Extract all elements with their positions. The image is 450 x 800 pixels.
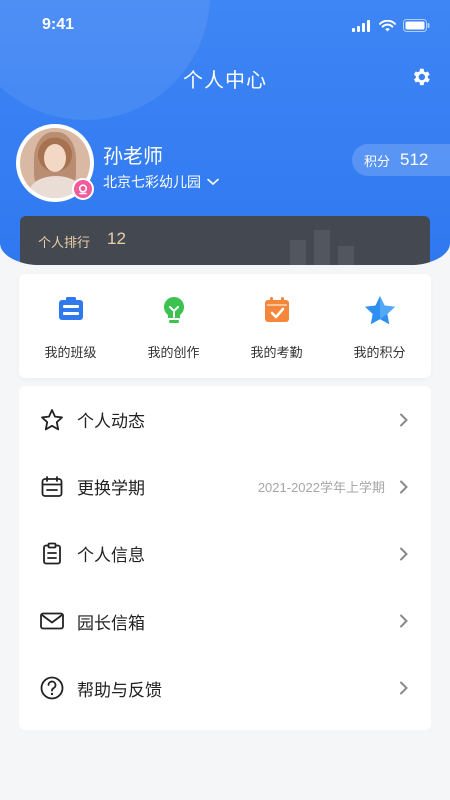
chevron-down-icon <box>207 178 219 186</box>
school-selector[interactable]: 北京七彩幼儿园 <box>103 172 219 192</box>
quick-action-my-creation[interactable]: 我的创作 <box>122 274 225 378</box>
menu-item-principal-mailbox[interactable]: 园长信箱 <box>19 588 431 655</box>
menu-item-label: 更换学期 <box>77 479 145 500</box>
calendar-check-icon <box>261 294 293 326</box>
menu-item-personal-activity[interactable]: 个人动态 <box>19 386 431 453</box>
quick-action-my-points[interactable]: 我的积分 <box>328 274 431 378</box>
teacher-name: 孙老师 <box>103 144 163 168</box>
clipboard-icon <box>39 541 65 567</box>
wifi-icon <box>379 19 396 31</box>
bulb-icon <box>158 294 190 326</box>
page-title: 个人中心 <box>183 68 267 92</box>
rank-value: 12 <box>107 229 126 248</box>
status-icons <box>352 19 430 32</box>
school-name: 北京七彩幼儿园 <box>103 175 201 191</box>
chevron-right-icon <box>400 614 408 628</box>
quick-action-label: 我的创作 <box>147 346 200 361</box>
quick-action-my-attendance[interactable]: 我的考勤 <box>225 274 328 378</box>
menu-item-change-semester[interactable]: 更换学期 2021-2022学年上学期 <box>19 453 431 520</box>
points-badge[interactable]: 积分 512 <box>352 144 450 176</box>
quick-action-label: 我的班级 <box>44 346 97 361</box>
quick-actions: 我的班级 我的创作 我的考勤 我的积分 <box>19 274 431 378</box>
points-label: 积分 <box>364 154 391 170</box>
signal-icon <box>352 19 370 32</box>
avatar[interactable] <box>16 124 94 202</box>
avatar-badge-icon <box>72 178 94 200</box>
points-value: 512 <box>400 150 429 169</box>
menu-item-label: 个人动态 <box>77 412 145 433</box>
menu-item-help-feedback[interactable]: 帮助与反馈 <box>19 655 431 722</box>
rank-decoration <box>290 230 354 265</box>
menu-item-label: 园长信箱 <box>77 613 145 634</box>
quick-action-label: 我的积分 <box>353 346 406 361</box>
quick-action-label: 我的考勤 <box>250 346 303 361</box>
status-time: 9:41 <box>42 16 75 33</box>
mail-icon <box>39 608 65 634</box>
quick-action-my-class[interactable]: 我的班级 <box>19 274 122 378</box>
battery-icon <box>403 19 430 32</box>
star-outline-icon <box>39 407 65 433</box>
class-icon <box>55 294 87 326</box>
star-icon <box>364 294 396 326</box>
profile-header: 9:41 个人中心 孙老师 北京七彩幼儿园 积分 512 个人排行 12 <box>0 0 450 265</box>
current-semester: 2021-2022学年上学期 <box>257 480 385 496</box>
calendar-icon <box>39 474 65 500</box>
chevron-right-icon <box>400 413 408 427</box>
chevron-right-icon <box>400 480 408 494</box>
status-bar: 9:41 <box>0 0 450 52</box>
chevron-right-icon <box>400 547 408 561</box>
menu-item-label: 个人信息 <box>77 546 145 567</box>
menu-item-personal-info[interactable]: 个人信息 <box>19 520 431 587</box>
chevron-right-icon <box>400 681 408 695</box>
settings-menu: 个人动态 更换学期 2021-2022学年上学期 个人信息 园长信箱 帮助与反馈 <box>19 386 431 730</box>
rank-label: 个人排行 <box>38 236 91 251</box>
rank-card[interactable]: 个人排行 12 <box>20 216 430 265</box>
gear-icon[interactable] <box>410 66 432 88</box>
menu-item-label: 帮助与反馈 <box>77 680 162 701</box>
help-icon <box>39 675 65 701</box>
